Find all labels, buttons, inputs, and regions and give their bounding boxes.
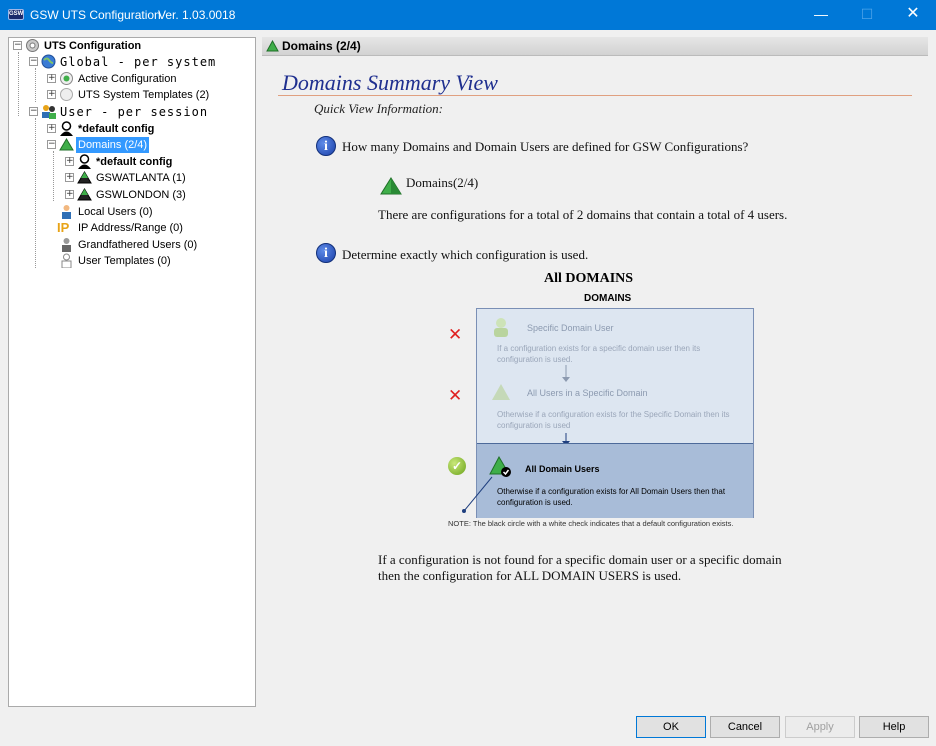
config-tree[interactable]: − UTS Configuration − Global - per syste… [8, 37, 256, 707]
arrow-down-icon [562, 365, 570, 382]
collapse-toggle[interactable]: − [29, 57, 38, 66]
user-template-icon [61, 253, 72, 268]
template-icon [60, 88, 73, 101]
collapse-toggle[interactable]: − [29, 107, 38, 116]
step2-text: Otherwise if a configuration exists for … [497, 410, 730, 430]
note-pointer-icon [462, 476, 493, 513]
ip-icon: IP [57, 220, 70, 235]
gear-icon [26, 39, 39, 52]
globe-icon [41, 54, 56, 69]
close-button[interactable]: ✕ [890, 0, 936, 30]
app-icon: GSW [8, 9, 24, 20]
domain-icon [59, 138, 74, 151]
step1-label: Specific Domain User [527, 323, 614, 333]
domain-icon [380, 177, 402, 195]
collapse-toggle[interactable]: − [47, 140, 56, 149]
x-mark-icon: ✕ [448, 325, 463, 345]
tree-label: Active Configuration [78, 73, 177, 85]
panel-header: Domains (2/4) [262, 37, 928, 56]
question-domains-count: How many Domains and Domain Users are de… [342, 139, 749, 154]
quick-view-heading: Quick View Information: [314, 101, 444, 116]
info-icon: i [316, 243, 336, 263]
title-divider [278, 95, 912, 96]
domain-icon [77, 188, 92, 201]
expand-toggle[interactable]: + [65, 157, 74, 166]
check-icon: ✓ [448, 457, 466, 475]
step3-text: Otherwise if a configuration exists for … [497, 487, 726, 507]
maximize-button[interactable]: ☐ [844, 0, 890, 30]
domains-count-label: Domains(2/4) [406, 175, 479, 190]
tree-label: Global - per system [60, 55, 217, 69]
domain-icon [77, 171, 92, 184]
users-icon [42, 105, 56, 119]
tree-label: User - per session [60, 105, 209, 119]
tree-label: Grandfathered Users (0) [78, 239, 198, 251]
tree-label: GSWLONDON (3) [96, 189, 186, 201]
expand-toggle[interactable]: + [65, 190, 74, 199]
step1-text: If a configuration exists for a specific… [497, 344, 701, 364]
domain-icon [266, 40, 279, 52]
default-user-icon [60, 121, 73, 136]
tree-label: *default config [78, 123, 155, 135]
diagram-note: NOTE: The black circle with a white chec… [448, 519, 734, 528]
title-bar: GSW GSW UTS Configuration Ver. 1.03.0018… [0, 0, 936, 30]
tree-label: Local Users (0) [78, 206, 153, 218]
collapse-toggle[interactable]: − [13, 41, 22, 50]
ok-button[interactable]: OK [636, 716, 706, 738]
local-user-icon [62, 205, 71, 219]
window-version: Ver. 1.03.0018 [158, 8, 236, 22]
diagram-active-step: All Domain Users Otherwise if a configur… [477, 443, 753, 518]
all-domains-heading: All DOMAINS [544, 271, 634, 286]
expand-toggle[interactable]: + [47, 124, 56, 133]
page-title: Domains Summary View [282, 70, 498, 95]
step3-label: All Domain Users [525, 464, 600, 474]
x-mark-icon: ✕ [448, 386, 463, 406]
tree-label: UTS System Templates (2) [78, 89, 210, 101]
grandfathered-user-icon [62, 238, 71, 252]
tree-label: GSWATLANTA (1) [96, 172, 186, 184]
help-button[interactable]: Help [859, 716, 929, 738]
default-user-icon [78, 154, 91, 169]
expand-toggle[interactable]: + [65, 173, 74, 182]
tree-label: Domains (2/4) [76, 137, 150, 153]
minimize-button[interactable]: — [798, 0, 844, 30]
tree-label: *default config [96, 156, 173, 168]
apply-button[interactable]: Apply [785, 716, 855, 738]
tree-label: UTS Configuration [44, 40, 142, 52]
domain-user-icon [494, 318, 508, 337]
active-config-icon [60, 72, 73, 85]
tree-label: IP Address/Range (0) [78, 222, 183, 234]
panel-header-title: Domains (2/4) [282, 39, 361, 53]
question-which-config: Determine exactly which configuration is… [342, 247, 589, 262]
info-icon: i [316, 136, 336, 156]
tree-label: User Templates (0) [78, 255, 171, 267]
fallback-explanation: If a configuration is not found for a sp… [378, 552, 782, 583]
expand-toggle[interactable]: + [47, 90, 56, 99]
domain-icon [492, 384, 510, 400]
summary-panel: Domains (2/4) Domains Summary View Quick… [262, 37, 928, 707]
step2-label: All Users in a Specific Domain [527, 388, 648, 398]
expand-toggle[interactable]: + [47, 74, 56, 83]
window-title: GSW UTS Configuration [30, 8, 161, 22]
configs-summary-text: There are configurations for a total of … [378, 207, 788, 222]
config-precedence-diagram: Specific Domain User If a configuration … [476, 308, 754, 518]
cancel-button[interactable]: Cancel [710, 716, 780, 738]
diagram-title: DOMAINS [584, 293, 632, 304]
